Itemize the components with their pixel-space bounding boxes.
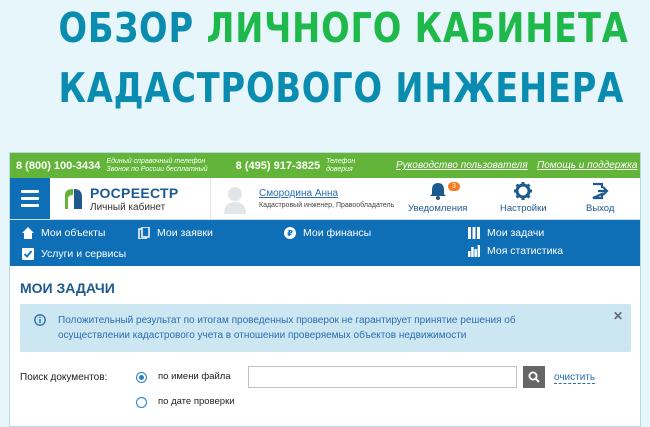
main-navigation: Мои объекты Мои заявки ₽ Мои финансы Мои… <box>10 220 640 266</box>
rosreestr-emblem-icon <box>65 188 82 209</box>
logout-button[interactable]: Выход <box>586 182 614 214</box>
nav-my-requests[interactable]: Мои заявки <box>138 227 213 239</box>
nav-my-tasks-label: Мои задачи <box>487 227 545 239</box>
headline-line-1: ОБЗОР ЛИЧНОГО КАБИНЕТА <box>58 4 628 52</box>
trust-caption-line-2: доверия <box>326 165 353 173</box>
search-icon <box>528 371 540 383</box>
nav-services[interactable]: Услуги и сервисы <box>22 248 126 260</box>
notifications-badge: 3 <box>448 182 460 191</box>
nav-my-stats-label: Моя статистика <box>487 245 564 257</box>
helpline-phone: 8 (800) 100-3434 <box>16 159 101 172</box>
notice-text: Положительный результат по итогам провед… <box>58 315 516 341</box>
nav-my-objects[interactable]: Мои объекты <box>22 227 105 239</box>
rosreestr-logo[interactable]: РОСРЕЕСТР Личный кабинет <box>50 178 210 219</box>
nav-my-tasks[interactable]: Мои задачи <box>468 227 544 239</box>
checkbox-icon <box>22 248 34 260</box>
documents-icon <box>138 227 150 239</box>
banner: ОБЗОР ЛИЧНОГО КАБИНЕТА КАДАСТРОВОГО ИНЖЕ… <box>0 0 650 150</box>
helpline-caption-line-1: Единый справочный телефон <box>106 157 206 165</box>
helpline-caption-line-2: Звонок по России бесплатный <box>106 165 208 173</box>
nav-my-finances[interactable]: ₽ Мои финансы <box>284 227 371 239</box>
bell-icon <box>429 183 446 200</box>
top-info-bar: 8 (800) 100-3434 Единый справочный телеф… <box>10 153 640 178</box>
ruble-icon: ₽ <box>284 227 296 239</box>
headline-part-1: ОБЗОР <box>58 4 194 52</box>
info-notice: Положительный результат по итогам провед… <box>20 304 631 352</box>
logo-title: РОСРЕЕСТР <box>90 184 179 201</box>
menu-bar-icon <box>21 204 39 207</box>
user-role: Кадастровый инженер, Правообладатель <box>259 202 395 209</box>
settings-label: Настройки <box>500 203 547 214</box>
user-name[interactable]: Смородина Анна <box>259 188 394 199</box>
headline-part-2: ЛИЧНОГО КАБИНЕТА <box>206 4 629 52</box>
notifications-label: Уведомления <box>408 203 468 214</box>
menu-button[interactable] <box>10 178 50 219</box>
tasks-icon <box>468 227 480 239</box>
nav-my-finances-label: Мои финансы <box>303 227 372 239</box>
user-profile[interactable]: Смородина Анна Кадастровый инженер, Прав… <box>210 178 395 219</box>
user-guide-link[interactable]: Руководство пользователя <box>396 160 528 171</box>
user-avatar-icon <box>224 186 246 214</box>
nav-my-objects-label: Мои объекты <box>41 227 106 239</box>
trust-caption: Телефон доверия <box>326 158 355 174</box>
headline-line-2: КАДАСТРОВОГО ИНЖЕНЕРА <box>58 64 625 112</box>
nav-my-requests-label: Мои заявки <box>157 227 213 239</box>
svg-text:₽: ₽ <box>287 229 293 238</box>
bar-chart-icon <box>468 245 480 257</box>
close-icon[interactable]: ✕ <box>613 309 623 323</box>
cabinet-screenshot: 8 (800) 100-3434 Единый справочный телеф… <box>9 152 641 427</box>
logo-subtitle: Личный кабинет <box>90 201 166 213</box>
home-icon <box>22 227 34 239</box>
logout-icon <box>592 182 609 200</box>
menu-bar-icon <box>21 190 39 193</box>
trust-caption-line-1: Телефон <box>326 157 356 165</box>
trust-phone: 8 (495) 917-3825 <box>235 159 321 172</box>
radio-by-date-label: по дате проверки <box>158 396 235 407</box>
info-icon <box>34 314 46 326</box>
radio-by-filename[interactable] <box>136 372 147 383</box>
helpline-caption: Единый справочный телефон Звонок по Росс… <box>106 158 207 174</box>
settings-button[interactable]: Настройки <box>500 182 547 214</box>
nav-my-stats[interactable]: Моя статистика <box>468 245 563 257</box>
search-button[interactable] <box>523 366 545 388</box>
help-support-link[interactable]: Помощь и поддержка <box>537 160 637 171</box>
logout-label: Выход <box>586 203 615 214</box>
nav-services-label: Услуги и сервисы <box>41 248 127 260</box>
gear-icon <box>514 182 533 200</box>
radio-by-date[interactable] <box>136 397 147 408</box>
notifications-button[interactable]: 3 Уведомления <box>408 182 467 214</box>
menu-bar-icon <box>21 197 39 200</box>
page-title: МОИ ЗАДАЧИ <box>20 280 115 296</box>
site-header: РОСРЕЕСТР Личный кабинет Смородина Анна … <box>10 178 640 220</box>
radio-by-filename-label: по имени файла <box>158 371 231 382</box>
search-label: Поиск документов: <box>20 372 108 383</box>
search-input[interactable] <box>248 366 517 388</box>
clear-link[interactable]: очистить <box>554 372 596 384</box>
